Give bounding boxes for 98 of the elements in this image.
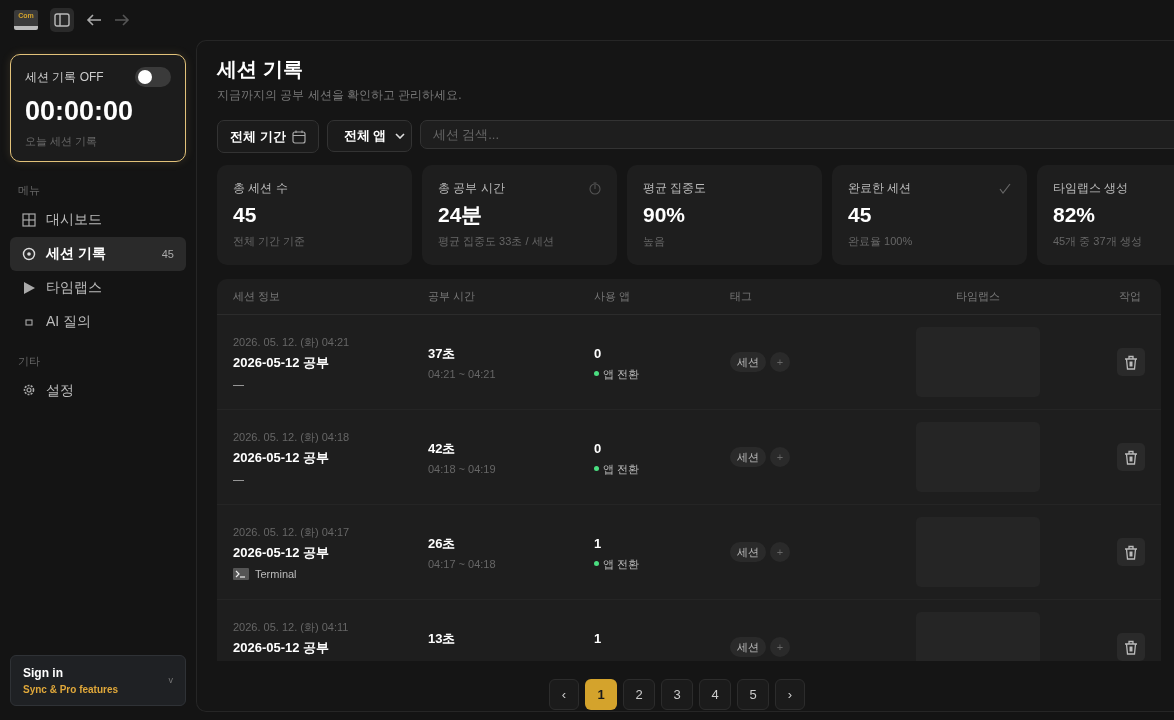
- stat-value: 24분: [438, 202, 484, 228]
- app-switch-label: 앱 전환: [603, 366, 640, 382]
- app-switch-label: 앱 전환: [603, 461, 640, 477]
- duration: 42초: [428, 440, 457, 458]
- grid-icon: [22, 212, 36, 227]
- stat-caption: 완료율 100%: [848, 233, 914, 249]
- calendar-icon: [291, 129, 306, 144]
- period-filter-button[interactable]: 전체 기간: [217, 120, 319, 153]
- play-icon: [22, 280, 36, 295]
- session-date: 2026. 05. 12. (화) 04:11: [233, 620, 350, 635]
- timer-caption: 오늘 세션 기록: [25, 133, 99, 149]
- stat-label: 총 공부 시간: [438, 180, 505, 197]
- session-date: 2026. 05. 12. (화) 04:18: [233, 430, 351, 445]
- column-header: 타임랩스: [954, 289, 1001, 305]
- delete-button[interactable]: [1117, 538, 1145, 566]
- session-title: 2026-05-12 공부: [233, 448, 331, 467]
- settings-icon: [22, 383, 36, 398]
- time-range: 04:21 ~ 04:21: [428, 366, 497, 382]
- next-page-button[interactable]: ›: [775, 679, 805, 710]
- sidebar-item[interactable]: 대시보드: [10, 202, 186, 237]
- section-label: 메뉴: [17, 183, 41, 199]
- sidebar-toggle-icon[interactable]: [50, 8, 74, 32]
- trash-icon: [1124, 354, 1138, 370]
- stat-caption: 높음: [643, 233, 666, 249]
- stat-label: 총 세션 수: [233, 180, 288, 197]
- tag-chip[interactable]: 세션: [730, 447, 766, 467]
- stat-caption: 평균 집중도 33초 / 세션: [438, 233, 555, 249]
- section-label: 기타: [17, 353, 41, 369]
- delete-button[interactable]: [1117, 348, 1145, 376]
- session-date: 2026. 05. 12. (화) 04:21: [233, 335, 351, 350]
- stat-caption: 45개 중 37개 생성: [1053, 233, 1143, 249]
- time-range: 04:17 ~ 04:18: [428, 556, 497, 572]
- column-header: 태그: [730, 289, 753, 305]
- back-arrow-icon[interactable]: [86, 13, 102, 27]
- timer-display: 00:00:00: [25, 95, 135, 128]
- app-name: Terminal: [255, 567, 297, 582]
- session-date: 2026. 05. 12. (화) 04:17: [233, 525, 351, 540]
- column-header: 세션 정보: [233, 289, 282, 305]
- timer-icon: [589, 181, 601, 195]
- trash-icon: [1124, 449, 1138, 465]
- chevron-down-icon: [394, 133, 405, 139]
- page-button[interactable]: 2: [623, 679, 655, 710]
- recording-toggle[interactable]: [135, 67, 171, 87]
- stat-caption: 전체 기간 기준: [233, 233, 307, 249]
- session-title: 2026-05-12 공부: [233, 543, 331, 562]
- target-icon: [22, 246, 36, 261]
- sidebar-item[interactable]: AI 질의: [10, 304, 186, 339]
- page-button[interactable]: 1: [585, 679, 617, 710]
- trash-icon: [1124, 544, 1138, 560]
- sidebar-item[interactable]: 세션 기록 45: [10, 236, 186, 271]
- column-header: 공부 시간: [428, 289, 477, 305]
- tag-chip[interactable]: 세션: [730, 352, 766, 372]
- sidebar-item[interactable]: 타임랩스: [10, 270, 186, 305]
- stat-value: 90%: [643, 202, 687, 228]
- session-title: 2026-05-12 공부: [233, 638, 331, 657]
- delete-button[interactable]: [1117, 443, 1145, 471]
- page-subtitle: 지금까지의 공부 세션을 확인하고 관리하세요.: [217, 87, 463, 104]
- tag-chip[interactable]: 세션: [730, 637, 766, 657]
- stat-label: 평균 집중도: [643, 180, 707, 197]
- tag-chip[interactable]: 세션: [730, 542, 766, 562]
- stat-label: 완료한 세션: [848, 180, 912, 197]
- previous-page-button[interactable]: ‹: [549, 679, 579, 710]
- stat-value: 45: [848, 202, 873, 228]
- app-count: 0: [594, 345, 603, 363]
- forward-arrow-icon[interactable]: [114, 13, 130, 27]
- page-button[interactable]: 3: [661, 679, 693, 710]
- empty-app-note: —: [233, 472, 244, 487]
- duration: 13초: [428, 630, 457, 648]
- duration: 26초: [428, 535, 457, 553]
- session-status-label: 세션 기록 OFF: [25, 69, 104, 86]
- session-title: 2026-05-12 공부: [233, 353, 331, 372]
- app-count: 0: [594, 440, 603, 458]
- item-count: 45: [161, 246, 174, 262]
- time-range: 04:18 ~ 04:19: [428, 461, 497, 477]
- sign-in-panel[interactable]: Sign in Sync & Pro features v: [10, 655, 186, 706]
- duration: 37초: [428, 345, 457, 363]
- app-switch-label: 앱 전환: [603, 556, 640, 572]
- empty-app-note: —: [233, 377, 244, 392]
- page-button[interactable]: 4: [699, 679, 731, 710]
- page-button[interactable]: 5: [737, 679, 769, 710]
- sidebar-item[interactable]: 설정: [10, 373, 186, 408]
- app-filter-dropdown[interactable]: 전체 앱: [326, 120, 412, 152]
- terminal-icon: [233, 568, 249, 581]
- search-field[interactable]: 세션 검색...: [419, 120, 1174, 149]
- page-title: 세션 기록: [217, 57, 304, 82]
- delete-button[interactable]: [1117, 633, 1145, 661]
- stat-value: 45: [233, 202, 258, 228]
- check-icon: [999, 182, 1011, 194]
- stat-value: 82%: [1053, 202, 1097, 228]
- stat-label: 타임랩스 생성: [1053, 180, 1129, 197]
- sign-in-subtitle: Sync & Pro features: [23, 683, 120, 697]
- app-count: 1: [594, 630, 603, 648]
- chevron: v: [168, 673, 173, 687]
- column-header: 사용 앱: [594, 289, 632, 305]
- column-header: 작업: [1118, 289, 1142, 305]
- trash-icon: [1124, 639, 1138, 655]
- app-count: 1: [594, 535, 603, 553]
- sign-in-title: Sign in: [23, 665, 64, 682]
